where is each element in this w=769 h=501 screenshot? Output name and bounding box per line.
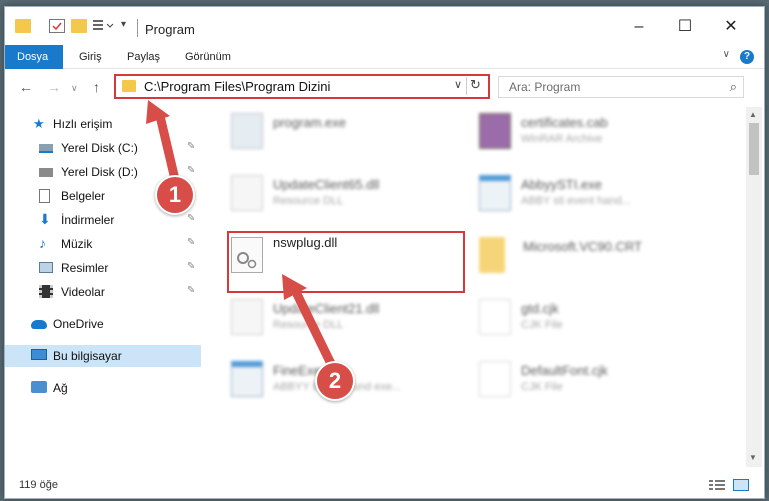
file-item[interactable]: DefaultFont.cjk CJK File — [467, 349, 707, 405]
search-icon[interactable]: ⌕ — [730, 79, 737, 95]
archive-icon — [479, 113, 511, 149]
status-bar: 119 öğe — [5, 471, 764, 498]
vertical-scrollbar[interactable]: ▲ ▼ — [746, 107, 762, 467]
pin-icon[interactable]: ✎ — [187, 285, 195, 296]
ribbon-expand-icon[interactable]: ∨ — [723, 49, 730, 60]
title-divider — [137, 19, 138, 37]
pictures-icon — [39, 262, 53, 273]
address-dropdown-icon[interactable]: ∨ — [454, 78, 462, 91]
exe-icon — [231, 113, 263, 149]
search-input[interactable]: Ara: Program — [509, 80, 580, 94]
sidebar-item-this-pc[interactable]: Bu bilgisayar — [5, 345, 201, 367]
new-folder-icon[interactable] — [71, 19, 87, 33]
explorer-window: ▾ Program – ☐ ✕ Dosya Giriş Paylaş Görün… — [4, 6, 765, 499]
dll-icon — [231, 299, 263, 335]
file-item[interactable]: Microsoft.VC90.CRT — [467, 225, 707, 281]
pin-icon[interactable]: ✎ — [187, 261, 195, 272]
forward-arrow-icon[interactable]: → — [47, 79, 61, 95]
target-file-highlight — [227, 231, 465, 293]
sidebar-item-drive-c[interactable]: Yerel Disk (C:) ✎ — [5, 137, 201, 159]
close-button[interactable]: ✕ — [721, 17, 741, 37]
help-icon[interactable]: ? — [740, 50, 754, 64]
tab-paylas[interactable]: Paylaş — [127, 45, 160, 69]
ribbon: Dosya Giriş Paylaş Görünüm ∨ ? — [5, 45, 764, 69]
folder-icon — [479, 237, 505, 273]
maximize-button[interactable]: ☐ — [675, 17, 695, 37]
file-item[interactable]: program.exe — [219, 107, 459, 157]
scroll-down-icon[interactable]: ▼ — [749, 453, 757, 462]
pin-icon[interactable]: ✎ — [187, 213, 195, 224]
music-icon: ♪ — [39, 235, 46, 251]
sidebar-item-quick-access[interactable]: ★ Hızlı erişim — [5, 113, 201, 135]
scroll-up-icon[interactable]: ▲ — [749, 110, 757, 119]
address-path[interactable]: C:\Program Files\Program Dizini — [144, 79, 330, 94]
documents-icon — [39, 189, 50, 203]
file-item[interactable]: gtd.cjk CJK File — [467, 287, 707, 343]
file-item[interactable]: UpdateClient65.dll Resource DLL — [219, 163, 459, 219]
exe-icon — [231, 361, 263, 397]
file-item[interactable]: AbbyySTI.exe ABBY sti event hand... — [467, 163, 707, 219]
tiles-view-icon[interactable] — [733, 479, 749, 491]
sidebar-item-pictures[interactable]: Resimler ✎ — [5, 257, 201, 279]
item-count: 119 öğe — [19, 479, 58, 491]
drive-icon — [39, 168, 53, 177]
exe-icon — [479, 175, 511, 211]
pin-icon[interactable]: ✎ — [187, 141, 195, 152]
navigation-pane: ★ Hızlı erişim Yerel Disk (C:) ✎ Yerel D… — [5, 107, 201, 467]
title-bar: ▾ Program – ☐ ✕ — [5, 7, 764, 45]
folder-icon — [122, 80, 136, 92]
scrollbar-thumb[interactable] — [749, 123, 759, 175]
tab-dosya[interactable]: Dosya — [5, 45, 63, 69]
sidebar-item-music[interactable]: ♪ Müzik ✎ — [5, 233, 201, 255]
chevron-down-icon[interactable]: ▾ — [121, 19, 137, 33]
step1-badge: 1 — [155, 175, 195, 215]
tab-giris[interactable]: Giriş — [79, 45, 102, 69]
star-icon: ★ — [33, 116, 45, 131]
details-view-icon[interactable] — [709, 479, 725, 491]
dll-icon — [231, 175, 263, 211]
network-icon — [31, 381, 47, 393]
folder-icon — [15, 19, 31, 33]
properties-icon[interactable] — [49, 19, 65, 33]
window-title: Program — [145, 22, 195, 37]
refresh-icon[interactable]: ↻ — [466, 77, 484, 95]
address-bar[interactable]: C:\Program Files\Program Dizini ∨ ↻ — [114, 74, 490, 99]
file-icon — [479, 361, 511, 397]
search-box[interactable]: Ara: Program ⌕ — [498, 76, 744, 98]
file-item[interactable]: certificates.cab WinRAR Archive — [467, 107, 707, 157]
sidebar-item-network[interactable]: Ağ — [5, 377, 201, 399]
back-arrow-icon[interactable]: ← — [19, 79, 33, 95]
download-icon: ⬇ — [39, 211, 51, 227]
sidebar-item-onedrive[interactable]: OneDrive — [5, 313, 201, 335]
file-icon — [479, 299, 511, 335]
minimize-button[interactable]: – — [629, 17, 649, 37]
chevron-down-icon[interactable]: ∨ — [71, 83, 78, 94]
step2-badge: 2 — [315, 361, 355, 401]
file-item[interactable]: UpdateClient21.dll Resource DLL — [219, 287, 459, 343]
customize-toolbar-icon[interactable] — [93, 19, 114, 33]
navigation-bar: ← → ∨ ↑ C:\Program Files\Program Dizini … — [5, 69, 764, 107]
sidebar-item-videos[interactable]: Videolar ✎ — [5, 281, 201, 303]
up-arrow-icon[interactable]: ↑ — [93, 79, 100, 95]
pin-icon[interactable]: ✎ — [187, 237, 195, 248]
pin-icon[interactable]: ✎ — [187, 165, 195, 176]
cloud-icon — [31, 320, 47, 329]
video-icon — [39, 285, 53, 298]
tab-gorunum[interactable]: Görünüm — [185, 45, 231, 69]
computer-icon — [31, 349, 47, 360]
drive-icon — [39, 144, 53, 153]
